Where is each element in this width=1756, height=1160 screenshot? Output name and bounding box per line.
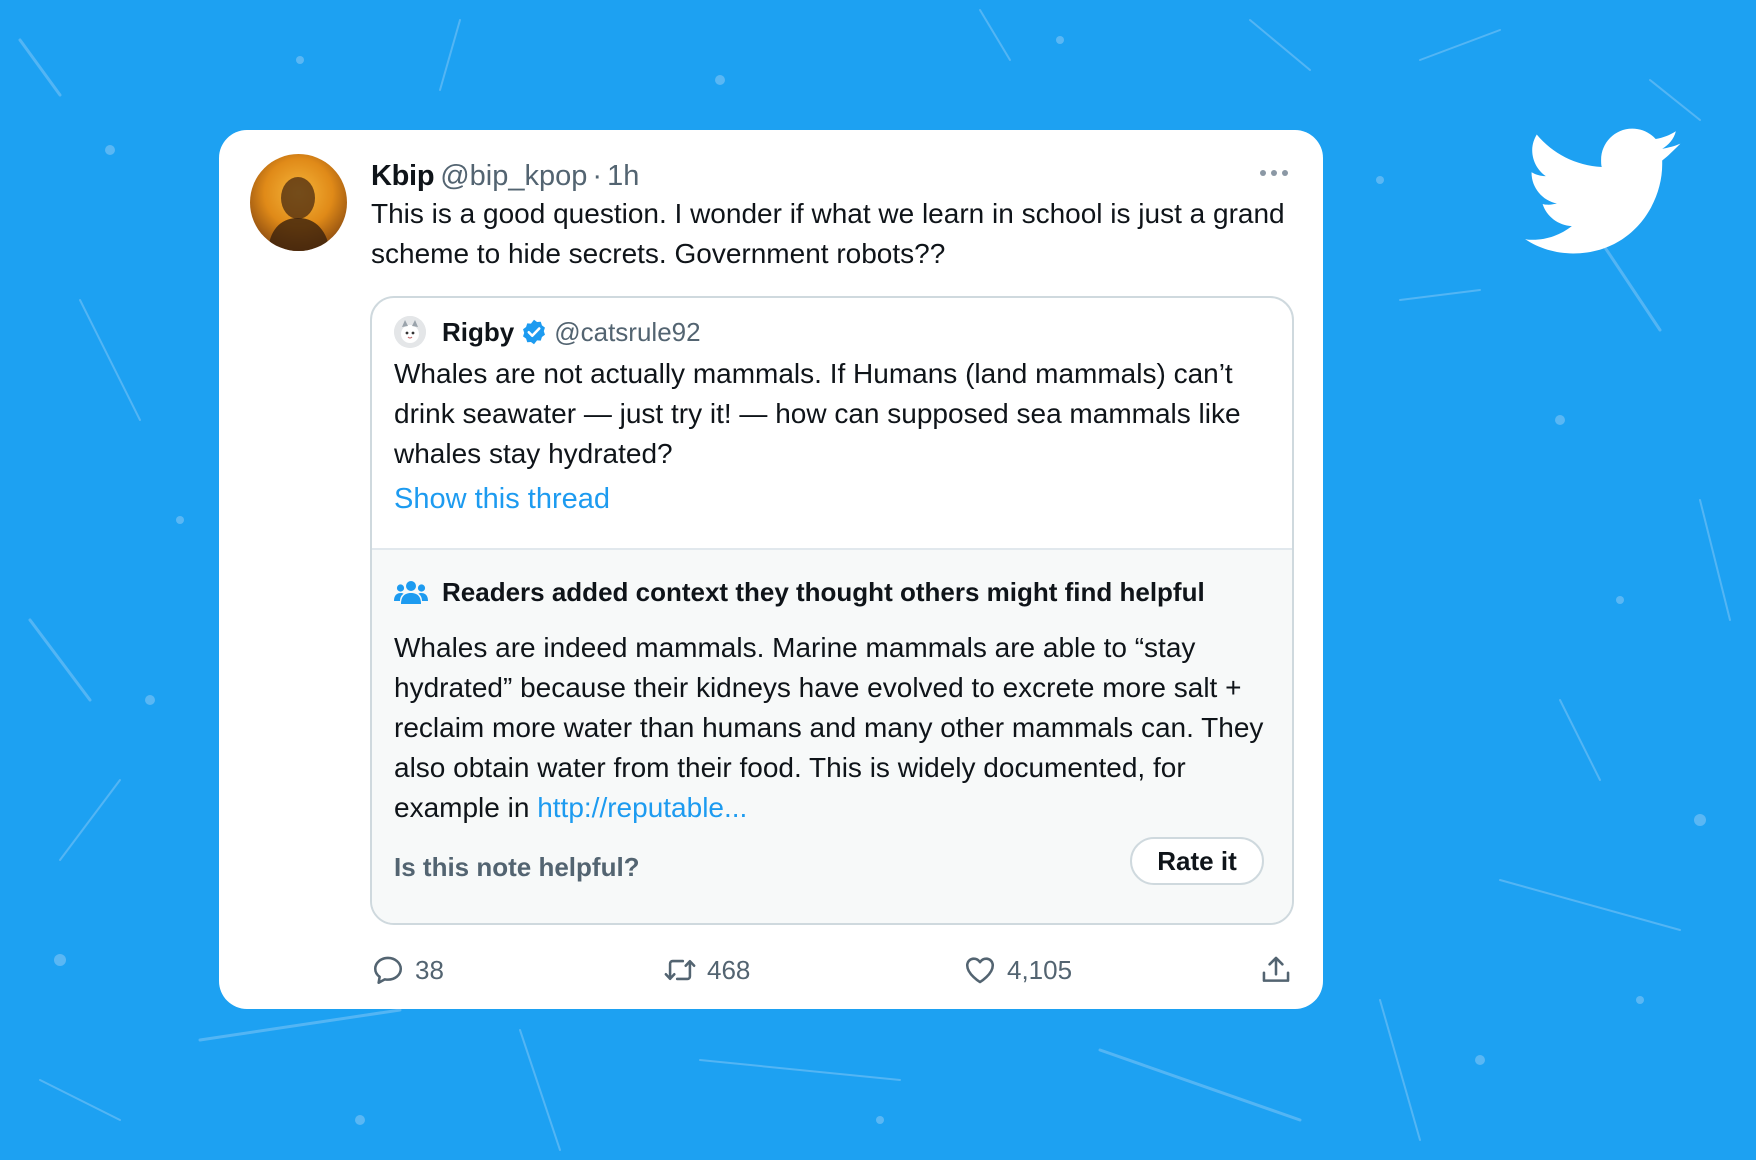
helpful-question: Is this note helpful?	[394, 852, 640, 882]
quoted-tweet[interactable]: Rigby @catsrule92 Whales are not actuall…	[370, 296, 1294, 925]
people-icon	[394, 581, 428, 604]
retweet-button[interactable]: 468	[663, 948, 750, 992]
quoted-tweet-header: Rigby @catsrule92	[394, 312, 701, 352]
retweet-icon	[664, 959, 696, 981]
tweet-text: This is a good question. I wonder if wha…	[371, 198, 1285, 269]
more-icon	[1260, 170, 1266, 176]
separator-dot: ·	[592, 159, 603, 192]
author-avatar[interactable]	[250, 154, 347, 251]
reply-count: 38	[415, 954, 444, 985]
share-icon	[1262, 956, 1290, 982]
community-note: Readers added context they thought other…	[372, 548, 1292, 923]
reply-icon	[373, 956, 403, 985]
quoted-author-handle[interactable]: @catsrule92	[554, 317, 700, 348]
community-note-text: Whales are indeed mammals. Marine mammal…	[394, 632, 1264, 823]
community-note-body: Whales are indeed mammals. Marine mammal…	[394, 628, 1264, 828]
like-icon	[965, 957, 995, 984]
verified-badge-icon	[523, 319, 546, 345]
tweet-header: Kbip @bip_kpop · 1h	[371, 156, 639, 196]
retweet-count: 468	[707, 954, 751, 985]
tweet-card[interactable]: Kbip @bip_kpop · 1h This is a good quest…	[219, 130, 1323, 1009]
show-thread-link[interactable]: Show this thread	[394, 483, 610, 516]
tweet-actions: 38 468 4,105	[371, 948, 1291, 992]
quoted-author-name[interactable]: Rigby	[442, 317, 514, 348]
author-handle[interactable]: @bip_kpop	[440, 160, 587, 193]
quoted-author-avatar[interactable]	[394, 316, 426, 348]
more-options-button[interactable]	[1254, 158, 1294, 188]
post-time[interactable]: 1h	[607, 160, 639, 193]
quoted-tweet-text: Whales are not actually mammals. If Huma…	[394, 358, 1241, 469]
share-button[interactable]	[1259, 948, 1293, 992]
author-name[interactable]: Kbip	[371, 160, 435, 193]
twitter-bird-icon	[1525, 128, 1681, 254]
rate-it-button[interactable]: Rate it	[1130, 837, 1264, 885]
reply-button[interactable]: 38	[371, 948, 444, 992]
community-note-link[interactable]: http://reputable...	[537, 792, 747, 823]
community-note-title: Readers added context they thought other…	[442, 576, 1205, 607]
community-note-header: Readers added context they thought other…	[394, 572, 1205, 612]
like-count: 4,105	[1007, 954, 1073, 985]
like-button[interactable]: 4,105	[963, 948, 1072, 992]
